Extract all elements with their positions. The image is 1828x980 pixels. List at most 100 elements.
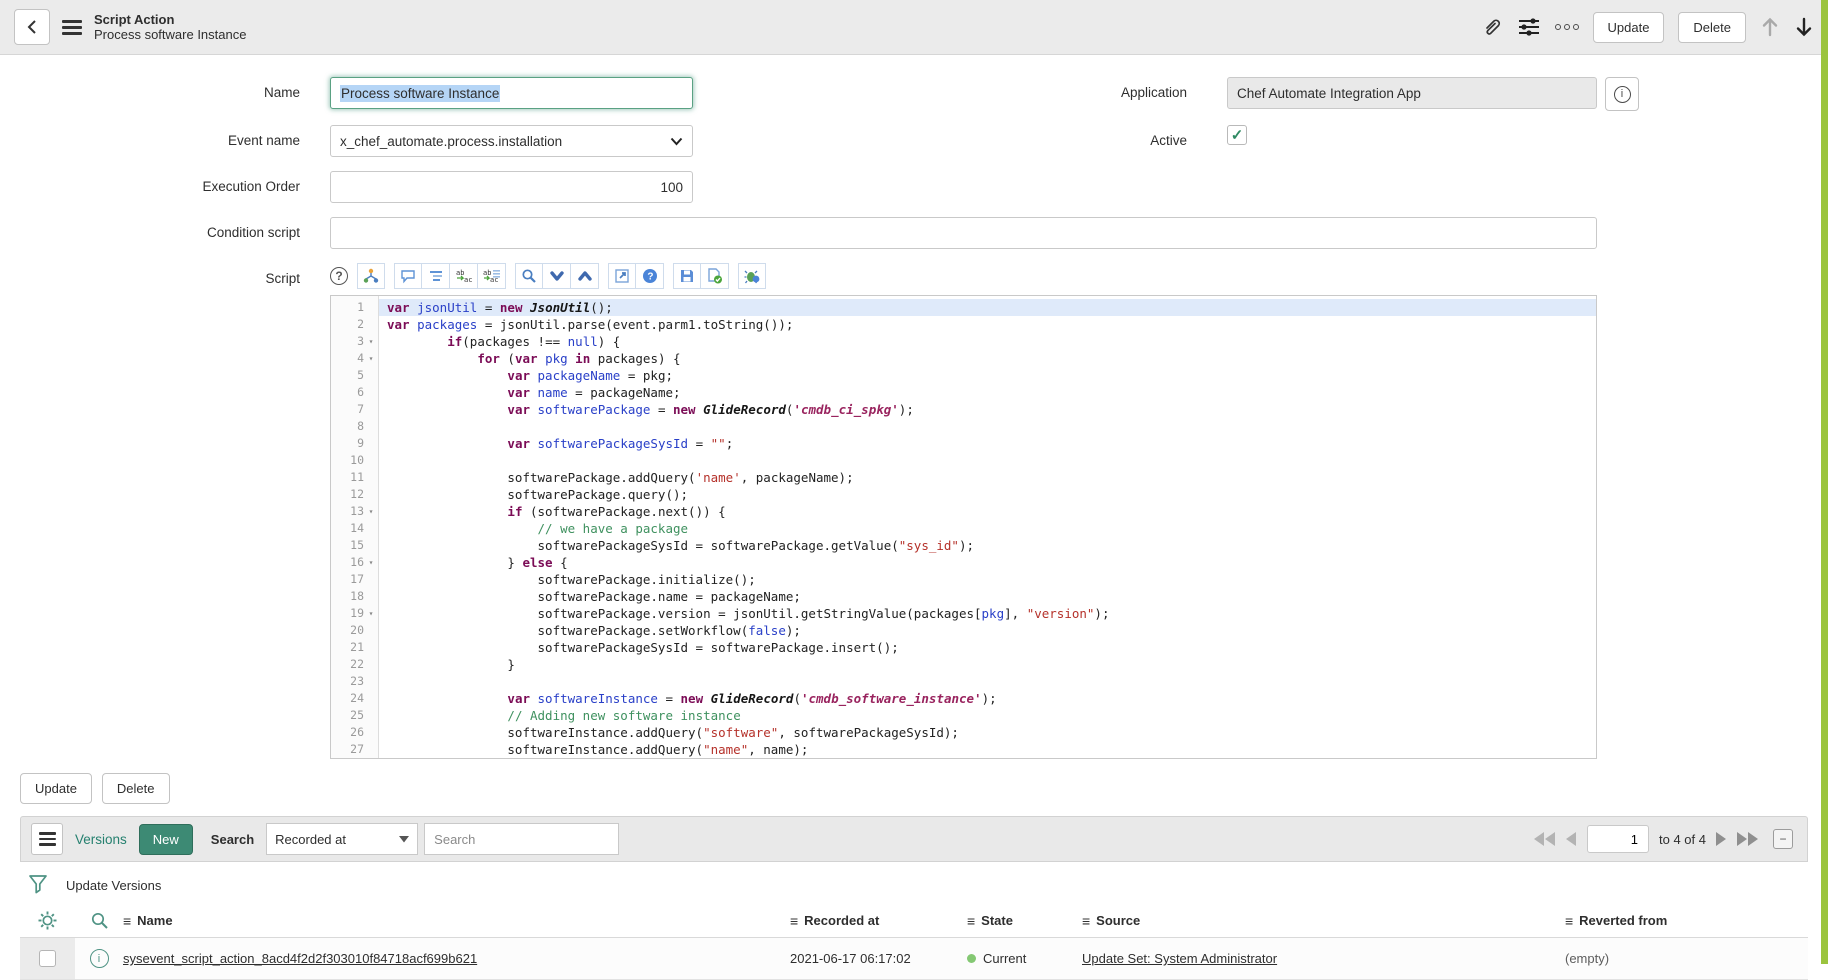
row-info-icon[interactable]: i bbox=[90, 949, 109, 968]
code-line[interactable]: var name = packageName; bbox=[379, 384, 1596, 401]
code-line[interactable]: softwarePackageSysId = softwarePackage.g… bbox=[379, 537, 1596, 554]
find-previous-button[interactable] bbox=[571, 263, 599, 289]
line-number[interactable]: 12 bbox=[331, 486, 378, 503]
column-menu-icon[interactable]: ≡ bbox=[1082, 913, 1090, 929]
header-update-button[interactable]: Update bbox=[1593, 12, 1665, 43]
field-help-icon[interactable]: ? bbox=[330, 267, 348, 285]
line-number[interactable]: 19▾ bbox=[331, 605, 378, 622]
back-button[interactable] bbox=[14, 9, 50, 45]
line-number[interactable]: 18 bbox=[331, 588, 378, 605]
line-number[interactable]: 4▾ bbox=[331, 350, 378, 367]
active-checkbox[interactable]: ✓ bbox=[1227, 125, 1247, 145]
code-line[interactable]: softwarePackage.name = packageName; bbox=[379, 588, 1596, 605]
code-line[interactable] bbox=[379, 673, 1596, 690]
code-line[interactable]: for (var pkg in packages) { bbox=[379, 350, 1596, 367]
line-number[interactable]: 2 bbox=[331, 316, 378, 333]
column-menu-icon[interactable]: ≡ bbox=[790, 913, 798, 929]
line-number[interactable]: 20 bbox=[331, 622, 378, 639]
last-page-button[interactable] bbox=[1737, 832, 1759, 846]
line-number[interactable]: 13▾ bbox=[331, 503, 378, 520]
list-menu-button[interactable] bbox=[31, 823, 63, 855]
code-line[interactable]: softwareInstance.addQuery("name", name); bbox=[379, 741, 1596, 758]
editor-code[interactable]: var jsonUtil = new JsonUtil();var packag… bbox=[379, 296, 1596, 758]
next-record-button[interactable] bbox=[1794, 16, 1814, 38]
list-breadcrumb[interactable]: Update Versions bbox=[66, 878, 161, 893]
replace-all-button[interactable]: ab ac bbox=[478, 263, 506, 289]
context-menu-icon[interactable] bbox=[62, 20, 82, 35]
condition-script-field[interactable] bbox=[330, 217, 1597, 249]
code-line[interactable]: var packages = jsonUtil.parse(event.parm… bbox=[379, 316, 1596, 333]
code-line[interactable]: // Adding new software instance bbox=[379, 707, 1596, 724]
syntax-field-button[interactable] bbox=[357, 263, 385, 289]
syntax-check-button[interactable] bbox=[701, 263, 729, 289]
code-line[interactable]: softwarePackage.query(); bbox=[379, 486, 1596, 503]
column-header-reverted-from[interactable]: ≡ Reverted from bbox=[1565, 913, 1808, 929]
line-number[interactable]: 16▾ bbox=[331, 554, 378, 571]
column-menu-icon[interactable]: ≡ bbox=[967, 913, 975, 929]
code-line[interactable] bbox=[379, 418, 1596, 435]
column-header-name[interactable]: ≡ Name bbox=[123, 913, 790, 929]
line-number[interactable]: 3▾ bbox=[331, 333, 378, 350]
line-number[interactable]: 9 bbox=[331, 435, 378, 452]
list-search-input[interactable] bbox=[424, 823, 619, 855]
code-line[interactable]: var softwarePackage = new GlideRecord('c… bbox=[379, 401, 1596, 418]
open-editor-button[interactable] bbox=[608, 263, 636, 289]
toggle-comment-button[interactable] bbox=[394, 263, 422, 289]
editor-help-button[interactable]: ? bbox=[636, 263, 664, 289]
column-header-source[interactable]: ≡ Source bbox=[1082, 913, 1565, 929]
debug-button[interactable] bbox=[738, 263, 766, 289]
code-line[interactable]: } bbox=[379, 656, 1596, 673]
personalize-form-button[interactable] bbox=[1517, 16, 1541, 38]
line-number[interactable]: 8 bbox=[331, 418, 378, 435]
line-number[interactable]: 1 bbox=[331, 299, 378, 316]
column-header-state[interactable]: ≡ State bbox=[967, 913, 1082, 929]
list-settings-gear-icon[interactable] bbox=[38, 911, 57, 930]
find-next-button[interactable] bbox=[543, 263, 571, 289]
line-number[interactable]: 11 bbox=[331, 469, 378, 486]
column-header-recorded-at[interactable]: ≡ Recorded at bbox=[790, 913, 967, 929]
replace-button[interactable]: ab ac bbox=[450, 263, 478, 289]
code-line[interactable]: softwarePackage.initialize(); bbox=[379, 571, 1596, 588]
name-field[interactable]: Process software Instance bbox=[330, 77, 693, 109]
code-line[interactable]: } else { bbox=[379, 554, 1596, 571]
save-button[interactable] bbox=[673, 263, 701, 289]
code-line[interactable]: softwarePackage.setWorkflow(false); bbox=[379, 622, 1596, 639]
more-options-button[interactable] bbox=[1555, 24, 1579, 30]
line-number[interactable]: 23 bbox=[331, 673, 378, 690]
line-number[interactable]: 15 bbox=[331, 537, 378, 554]
code-line[interactable]: // we have a package bbox=[379, 520, 1596, 537]
collapse-list-button[interactable]: − bbox=[1773, 829, 1793, 849]
footer-delete-button[interactable]: Delete bbox=[102, 773, 170, 804]
line-number[interactable]: 10 bbox=[331, 452, 378, 469]
line-number[interactable]: 17 bbox=[331, 571, 378, 588]
previous-page-button[interactable] bbox=[1566, 832, 1577, 846]
code-line[interactable] bbox=[379, 452, 1596, 469]
new-version-button[interactable]: New bbox=[139, 824, 193, 855]
line-number[interactable]: 5 bbox=[331, 367, 378, 384]
code-line[interactable]: softwarePackage.addQuery('name', package… bbox=[379, 469, 1596, 486]
code-line[interactable]: var packageName = pkg; bbox=[379, 367, 1596, 384]
search-field-select[interactable]: Recorded at bbox=[266, 823, 418, 855]
line-number[interactable]: 24 bbox=[331, 690, 378, 707]
line-number[interactable]: 6 bbox=[331, 384, 378, 401]
line-number[interactable]: 7 bbox=[331, 401, 378, 418]
line-number[interactable]: 14 bbox=[331, 520, 378, 537]
code-line[interactable]: var softwarePackageSysId = ""; bbox=[379, 435, 1596, 452]
list-search-icon[interactable] bbox=[90, 911, 109, 930]
line-number[interactable]: 22 bbox=[331, 656, 378, 673]
line-number[interactable]: 27 bbox=[331, 741, 378, 758]
application-info-button[interactable]: i bbox=[1605, 77, 1639, 111]
code-line[interactable]: if(packages !== null) { bbox=[379, 333, 1596, 350]
header-delete-button[interactable]: Delete bbox=[1678, 12, 1746, 43]
line-number[interactable]: 25 bbox=[331, 707, 378, 724]
column-menu-icon[interactable]: ≡ bbox=[123, 913, 131, 929]
code-line[interactable]: var softwareInstance = new GlideRecord('… bbox=[379, 690, 1596, 707]
filter-funnel-icon[interactable] bbox=[28, 874, 48, 896]
code-line[interactable]: softwarePackage.version = jsonUtil.getSt… bbox=[379, 605, 1596, 622]
next-page-button[interactable] bbox=[1716, 832, 1727, 846]
line-number[interactable]: 21 bbox=[331, 639, 378, 656]
row-checkbox[interactable] bbox=[39, 950, 56, 967]
footer-update-button[interactable]: Update bbox=[20, 773, 92, 804]
line-number[interactable]: 26 bbox=[331, 724, 378, 741]
code-line[interactable]: if (softwarePackage.next()) { bbox=[379, 503, 1596, 520]
